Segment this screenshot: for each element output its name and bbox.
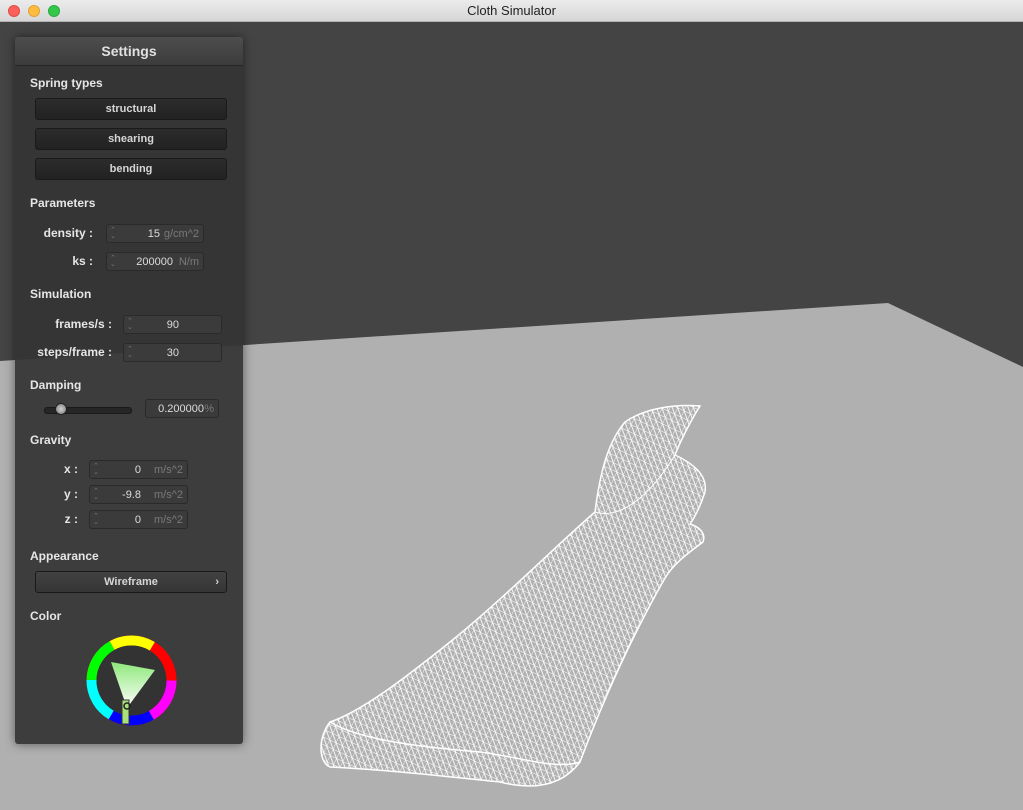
stepper-icon[interactable]: ⌃ ⌄ <box>93 488 99 501</box>
appearance-dropdown[interactable]: Wireframe › <box>35 571 227 593</box>
ks-input[interactable]: ⌃ ⌄ 200000 N/m <box>106 252 204 271</box>
color-wheel[interactable] <box>85 634 178 727</box>
appearance-selected: Wireframe <box>104 576 158 588</box>
structural-button[interactable]: structural <box>35 98 227 120</box>
stepper-icon[interactable]: ⌃ ⌄ <box>93 513 99 526</box>
damping-input[interactable]: 0.200000 % <box>145 399 219 418</box>
gravity-heading: Gravity <box>30 433 72 447</box>
damping-slider-knob[interactable] <box>55 403 67 415</box>
gravity-z-input[interactable]: ⌃ ⌄ 0 m/s^2 <box>89 510 188 529</box>
stepper-icon[interactable]: ⌃ ⌄ <box>110 255 116 268</box>
shearing-button[interactable]: shearing <box>35 128 227 150</box>
title-bar: Cloth Simulator <box>0 0 1023 22</box>
stepper-icon[interactable]: ⌃ ⌄ <box>110 227 116 240</box>
color-heading: Color <box>30 609 62 623</box>
gravity-y-label: y : <box>63 487 78 501</box>
stepper-icon[interactable]: ⌃ ⌄ <box>93 463 99 476</box>
gravity-y-input[interactable]: ⌃ ⌄ -9.8 m/s^2 <box>89 485 188 504</box>
frames-per-second-label: frames/s : <box>55 317 112 331</box>
damping-heading: Damping <box>30 378 82 392</box>
chevron-right-icon: › <box>215 576 219 588</box>
simulation-heading: Simulation <box>30 287 92 301</box>
window-title: Cloth Simulator <box>467 3 556 18</box>
density-label: density : <box>43 226 93 240</box>
gravity-x-label: x : <box>63 462 78 476</box>
gravity-z-label: z : <box>64 512 78 526</box>
frames-per-second-input[interactable]: ⌃ ⌄ 90 <box>123 315 222 334</box>
appearance-heading: Appearance <box>30 549 99 563</box>
parameters-heading: Parameters <box>30 196 96 210</box>
density-input[interactable]: ⌃ ⌄ 15 g/cm^2 <box>106 224 204 243</box>
ks-label: ks : <box>72 254 93 268</box>
stepper-icon[interactable]: ⌃ ⌄ <box>127 346 133 359</box>
settings-panel: Settings Spring types structural shearin… <box>15 37 243 744</box>
stepper-icon[interactable]: ⌃ ⌄ <box>127 318 133 331</box>
bending-button[interactable]: bending <box>35 158 227 180</box>
steps-per-frame-label: steps/frame : <box>37 345 112 359</box>
gravity-x-input[interactable]: ⌃ ⌄ 0 m/s^2 <box>89 460 188 479</box>
panel-title[interactable]: Settings <box>15 37 243 66</box>
steps-per-frame-input[interactable]: ⌃ ⌄ 30 <box>123 343 222 362</box>
spring-types-heading: Spring types <box>30 76 103 90</box>
